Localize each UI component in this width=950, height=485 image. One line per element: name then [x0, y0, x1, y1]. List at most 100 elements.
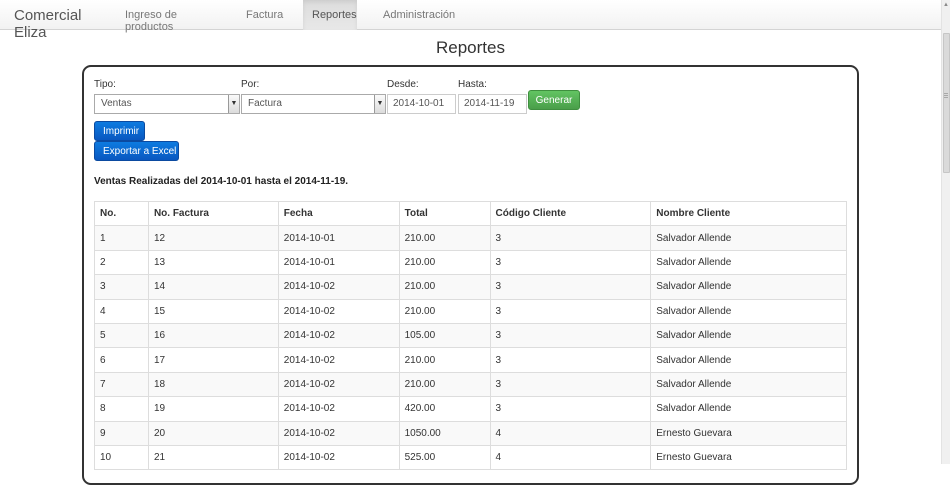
cell-total: 210.00 [398, 298, 491, 324]
cell-codigo-cliente: 3 [489, 298, 652, 324]
cell-no: 1 [94, 225, 149, 251]
cell-no-factura: 15 [147, 298, 279, 324]
cell-codigo-cliente: 4 [489, 444, 652, 471]
col-header-no: No. [94, 200, 149, 227]
tipo-label: Tipo: [94, 79, 116, 90]
cell-no-factura: 19 [147, 396, 279, 422]
cell-no-factura: 17 [147, 347, 279, 373]
cell-nombre-cliente: Salvador Allende [650, 274, 847, 300]
cell-codigo-cliente: 3 [489, 225, 652, 251]
col-header-codigo-cliente: Código Cliente [489, 200, 652, 227]
col-header-no-factura: No. Factura [147, 200, 279, 227]
report-summary: Ventas Realizadas del 2014-10-01 hasta e… [94, 176, 349, 187]
col-header-fecha: Fecha [277, 200, 400, 227]
cell-nombre-cliente: Salvador Allende [650, 225, 847, 251]
cell-total: 210.00 [398, 347, 491, 373]
nav-item-factura[interactable]: Factura [230, 0, 303, 30]
chevron-down-icon[interactable]: ▼ [228, 95, 239, 113]
cell-total: 1050.00 [398, 420, 491, 446]
cell-fecha: 2014-10-02 [277, 347, 400, 373]
page-title: Reportes [436, 38, 505, 57]
table-row: 8 19 2014-10-02 420.00 3 Salvador Allende [94, 396, 847, 422]
nav-item-administracion[interactable]: Administración [357, 0, 471, 30]
cell-no-factura: 16 [147, 322, 279, 349]
cell-fecha: 2014-10-01 [277, 249, 400, 276]
cell-fecha: 2014-10-02 [277, 298, 400, 324]
table-row: 9 20 2014-10-02 1050.00 4 Ernesto Guevara [94, 420, 847, 446]
por-select-value: Factura [248, 98, 282, 109]
cell-no: 3 [94, 274, 149, 300]
table-row: 4 15 2014-10-02 210.00 3 Salvador Allende [94, 298, 847, 324]
page-scrollbar[interactable]: ▲ [941, 0, 950, 464]
scrollbar-grip [944, 93, 948, 94]
cell-no: 5 [94, 322, 149, 349]
cell-total: 105.00 [398, 322, 491, 349]
cell-codigo-cliente: 3 [489, 396, 652, 422]
cell-no-factura: 12 [147, 225, 279, 251]
por-label: Por: [241, 79, 260, 90]
cell-codigo-cliente: 3 [489, 371, 652, 398]
cell-no: 9 [94, 420, 149, 446]
cell-fecha: 2014-10-02 [277, 420, 400, 446]
cell-codigo-cliente: 3 [489, 322, 652, 349]
scrollbar-thumb[interactable] [943, 33, 950, 173]
nav-item-reportes[interactable]: Reportes [303, 0, 357, 30]
cell-nombre-cliente: Salvador Allende [650, 371, 847, 398]
table-row: 3 14 2014-10-02 210.00 3 Salvador Allende [94, 274, 847, 300]
cell-no: 2 [94, 249, 149, 276]
table-row: 10 21 2014-10-02 525.00 4 Ernesto Guevara [94, 444, 847, 471]
cell-total: 525.00 [398, 444, 491, 471]
cell-codigo-cliente: 3 [489, 347, 652, 373]
cell-fecha: 2014-10-02 [277, 322, 400, 349]
cell-no-factura: 13 [147, 249, 279, 276]
cell-fecha: 2014-10-02 [277, 396, 400, 422]
cell-no-factura: 20 [147, 420, 279, 446]
cell-total: 210.00 [398, 249, 491, 276]
desde-date-input[interactable]: 2014-10-01 [387, 94, 456, 114]
cell-nombre-cliente: Salvador Allende [650, 249, 847, 276]
cell-fecha: 2014-10-02 [277, 274, 400, 300]
cell-codigo-cliente: 4 [489, 420, 652, 446]
cell-total: 210.00 [398, 274, 491, 300]
cell-nombre-cliente: Salvador Allende [650, 322, 847, 349]
tipo-select-value: Ventas [101, 98, 132, 109]
cell-no-factura: 21 [147, 444, 279, 471]
cell-total: 210.00 [398, 225, 491, 251]
tipo-select[interactable]: Ventas ▼ [94, 94, 240, 114]
exportar-excel-button[interactable]: Exportar a Excel [94, 141, 179, 161]
sales-table: No. No. Factura Fecha Total Código Clien… [94, 200, 847, 471]
cell-fecha: 2014-10-01 [277, 225, 400, 251]
cell-total: 210.00 [398, 371, 491, 398]
generar-button[interactable]: Generar [528, 90, 580, 110]
hasta-date-input[interactable]: 2014-11-19 [458, 94, 527, 114]
cell-no: 8 [94, 396, 149, 422]
col-header-nombre-cliente: Nombre Cliente [650, 200, 847, 227]
cell-nombre-cliente: Ernesto Guevara [650, 444, 847, 471]
nav-item-ingreso-productos[interactable]: Ingreso de productos [114, 0, 230, 33]
brand-link[interactable]: Comercial Eliza [0, 0, 114, 41]
table-row: 2 13 2014-10-01 210.00 3 Salvador Allende [94, 249, 847, 276]
cell-no: 6 [94, 347, 149, 373]
table-header-row: No. No. Factura Fecha Total Código Clien… [94, 200, 847, 227]
hasta-label: Hasta: [458, 79, 487, 90]
col-header-total: Total [398, 200, 491, 227]
imprimir-button[interactable]: Imprimir [94, 121, 145, 141]
por-select[interactable]: Factura ▼ [241, 94, 386, 114]
navbar: Comercial Eliza Ingreso de productos Fac… [0, 0, 941, 41]
cell-nombre-cliente: Ernesto Guevara [650, 420, 847, 446]
cell-nombre-cliente: Salvador Allende [650, 298, 847, 324]
desde-label: Desde: [387, 79, 419, 90]
arrow-up-icon[interactable]: ▲ [943, 2, 949, 8]
table-row: 7 18 2014-10-02 210.00 3 Salvador Allende [94, 371, 847, 398]
cell-nombre-cliente: Salvador Allende [650, 396, 847, 422]
cell-no: 7 [94, 371, 149, 398]
cell-codigo-cliente: 3 [489, 249, 652, 276]
cell-fecha: 2014-10-02 [277, 444, 400, 471]
report-panel: Tipo: Ventas ▼ Por: Factura ▼ Desde: 201… [82, 65, 859, 485]
cell-nombre-cliente: Salvador Allende [650, 347, 847, 373]
chevron-down-icon[interactable]: ▼ [374, 95, 385, 113]
cell-codigo-cliente: 3 [489, 274, 652, 300]
table-row: 1 12 2014-10-01 210.00 3 Salvador Allende [94, 225, 847, 251]
table-row: 6 17 2014-10-02 210.00 3 Salvador Allende [94, 347, 847, 373]
cell-no: 10 [94, 444, 149, 471]
